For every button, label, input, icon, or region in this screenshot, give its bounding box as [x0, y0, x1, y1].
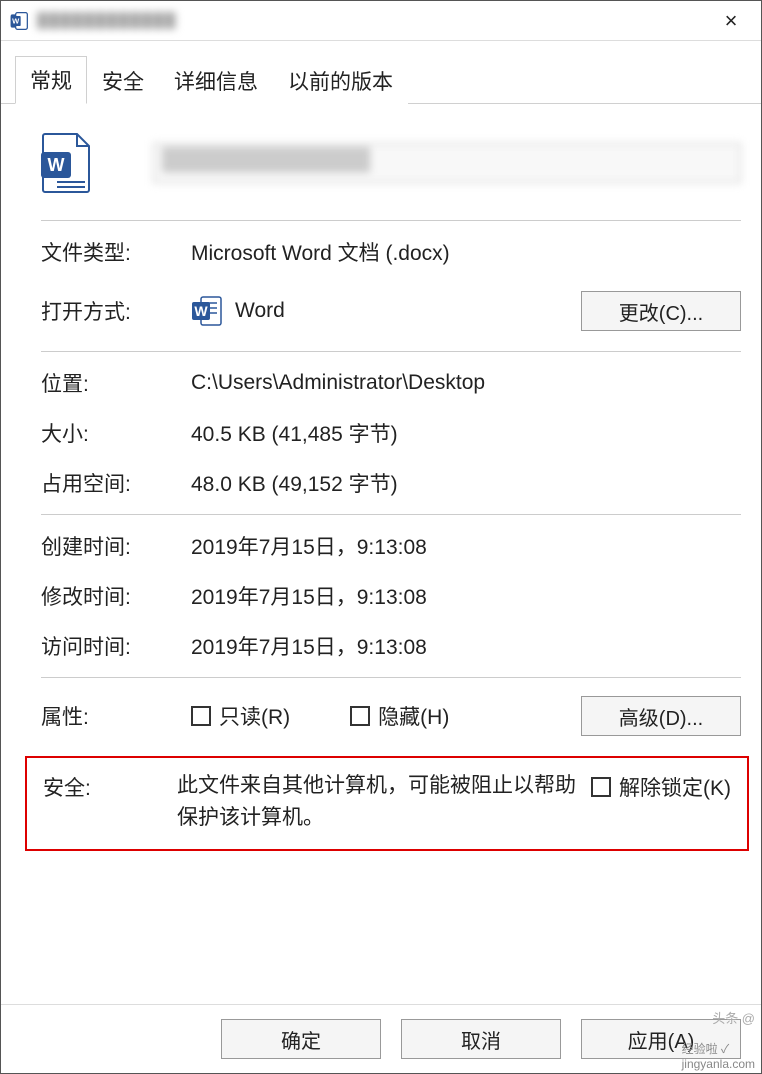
- open-with-label: 打开方式:: [41, 296, 191, 326]
- size-value: 40.5 KB (41,485 字节): [191, 418, 741, 448]
- accessed-value: 2019年7月15日，9:13:08: [191, 631, 741, 661]
- ok-button[interactable]: 确定: [221, 1019, 381, 1059]
- created-value: 2019年7月15日，9:13:08: [191, 531, 741, 561]
- security-message: 此文件来自其他计算机，可能被阻止以帮助保护该计算机。: [177, 770, 591, 833]
- readonly-label: 只读(R): [219, 701, 290, 731]
- unblock-checkbox[interactable]: [591, 777, 611, 797]
- file-name-input[interactable]: ██████████████: [153, 143, 741, 183]
- divider: [41, 220, 741, 221]
- size-label: 大小:: [41, 418, 191, 448]
- tab-strip: 常规 安全 详细信息 以前的版本: [1, 41, 761, 104]
- divider: [41, 677, 741, 678]
- properties-dialog: W ████████████ × 常规 安全 详细信息 以前的版本 W: [0, 0, 762, 1074]
- readonly-checkbox[interactable]: [191, 706, 211, 726]
- security-zone-box: 安全: 此文件来自其他计算机，可能被阻止以帮助保护该计算机。 解除锁定(K): [25, 756, 749, 851]
- location-value: C:\Users\Administrator\Desktop: [191, 371, 741, 395]
- word-doc-icon: W: [9, 11, 29, 31]
- change-button[interactable]: 更改(C)...: [581, 291, 741, 331]
- attributes-label: 属性:: [41, 701, 191, 731]
- modified-label: 修改时间:: [41, 581, 191, 611]
- created-label: 创建时间:: [41, 531, 191, 561]
- close-button[interactable]: ×: [701, 1, 761, 41]
- file-type-value: Microsoft Word 文档 (.docx): [191, 237, 741, 267]
- svg-text:W: W: [194, 303, 208, 319]
- tab-details[interactable]: 详细信息: [159, 57, 273, 104]
- accessed-label: 访问时间:: [41, 631, 191, 661]
- security-label: 安全:: [43, 770, 177, 802]
- window-title: ████████████: [37, 12, 701, 29]
- svg-text:W: W: [12, 16, 20, 25]
- titlebar: W ████████████ ×: [1, 1, 761, 41]
- hidden-checkbox[interactable]: [350, 706, 370, 726]
- disk-size-label: 占用空间:: [41, 468, 191, 498]
- tab-security[interactable]: 安全: [87, 57, 159, 104]
- disk-size-value: 48.0 KB (49,152 字节): [191, 468, 741, 498]
- unblock-label: 解除锁定(K): [619, 772, 731, 802]
- tab-general[interactable]: 常规: [15, 56, 87, 104]
- tab-previous[interactable]: 以前的版本: [273, 57, 408, 104]
- cancel-button[interactable]: 取消: [401, 1019, 561, 1059]
- hidden-label: 隐藏(H): [378, 701, 449, 731]
- modified-value: 2019年7月15日，9:13:08: [191, 581, 741, 611]
- advanced-button[interactable]: 高级(D)...: [581, 696, 741, 736]
- apply-button[interactable]: 应用(A): [581, 1019, 741, 1059]
- file-type-label: 文件类型:: [41, 237, 191, 267]
- location-label: 位置:: [41, 368, 191, 398]
- word-app-icon: W: [191, 295, 223, 327]
- file-type-icon: W: [41, 132, 93, 194]
- divider: [41, 514, 741, 515]
- divider: [41, 351, 741, 352]
- dialog-button-bar: 确定 取消 应用(A) 头条 @ 经验啦 ✓ jingyanla.com: [1, 1004, 761, 1073]
- close-icon: ×: [725, 8, 738, 34]
- svg-text:W: W: [48, 155, 65, 175]
- open-with-app: Word: [235, 299, 285, 323]
- tab-content-general: W ██████████████ 文件类型: Microsoft Word 文档…: [1, 104, 761, 1004]
